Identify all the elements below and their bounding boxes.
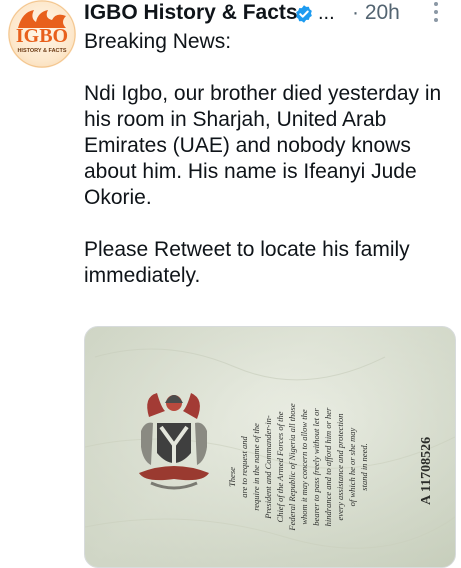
tweet-paragraph-2: Ndi Igbo, our brother died yesterday in … bbox=[84, 82, 442, 209]
tweet-text: Breaking News: Ndi Igbo, our brother die… bbox=[84, 29, 456, 289]
tweet-paragraph-1: Breaking News: bbox=[84, 30, 232, 53]
passport-line: hindrance and to afford him or her bbox=[323, 407, 333, 526]
avatar-subtext: HISTORY & FACTS bbox=[17, 48, 66, 54]
passport-serial-number: A 11708526 bbox=[419, 437, 434, 505]
passport-line: whom it may concern to allow the bbox=[299, 409, 309, 524]
passport-line: President and Commander-in- bbox=[263, 415, 273, 520]
verified-badge-icon bbox=[296, 5, 312, 23]
passport-line: Chief of the Armed Forces of the bbox=[275, 411, 285, 522]
avatar[interactable]: IGBO HISTORY & FACTS bbox=[8, 0, 76, 68]
tweet-header: IGBO History & Facts ... · 20h bbox=[84, 0, 461, 30]
timestamp[interactable]: · 20h bbox=[352, 0, 400, 26]
passport-page: A 11708526 These are to request and requ… bbox=[85, 327, 455, 567]
passport-line: every assistance and protection bbox=[335, 413, 345, 520]
passport-line: require in the name of the bbox=[251, 423, 261, 511]
passport-line: These bbox=[227, 467, 237, 487]
passport-line: of which he or she may bbox=[347, 427, 357, 506]
passport-line: bearer to pass freely without let or bbox=[311, 408, 321, 526]
igbo-logo-icon: IGBO HISTORY & FACTS bbox=[8, 0, 76, 68]
more-options-icon[interactable] bbox=[433, 2, 439, 24]
avatar-text: IGBO bbox=[16, 25, 68, 47]
account-name[interactable]: IGBO History & Facts bbox=[84, 0, 298, 26]
passport-line: stand in need. bbox=[359, 443, 369, 490]
passport-line: Federal Republic of Nigeria all those bbox=[287, 403, 297, 531]
passport-line: are to request and bbox=[239, 436, 249, 498]
tweet-media-passport-photo[interactable]: A 11708526 These are to request and requ… bbox=[84, 326, 456, 568]
tweet-paragraph-3: Please Retweet to locate his family imme… bbox=[84, 238, 410, 287]
coat-of-arms-icon bbox=[139, 393, 209, 490]
handle-truncation: ... bbox=[318, 2, 335, 24]
